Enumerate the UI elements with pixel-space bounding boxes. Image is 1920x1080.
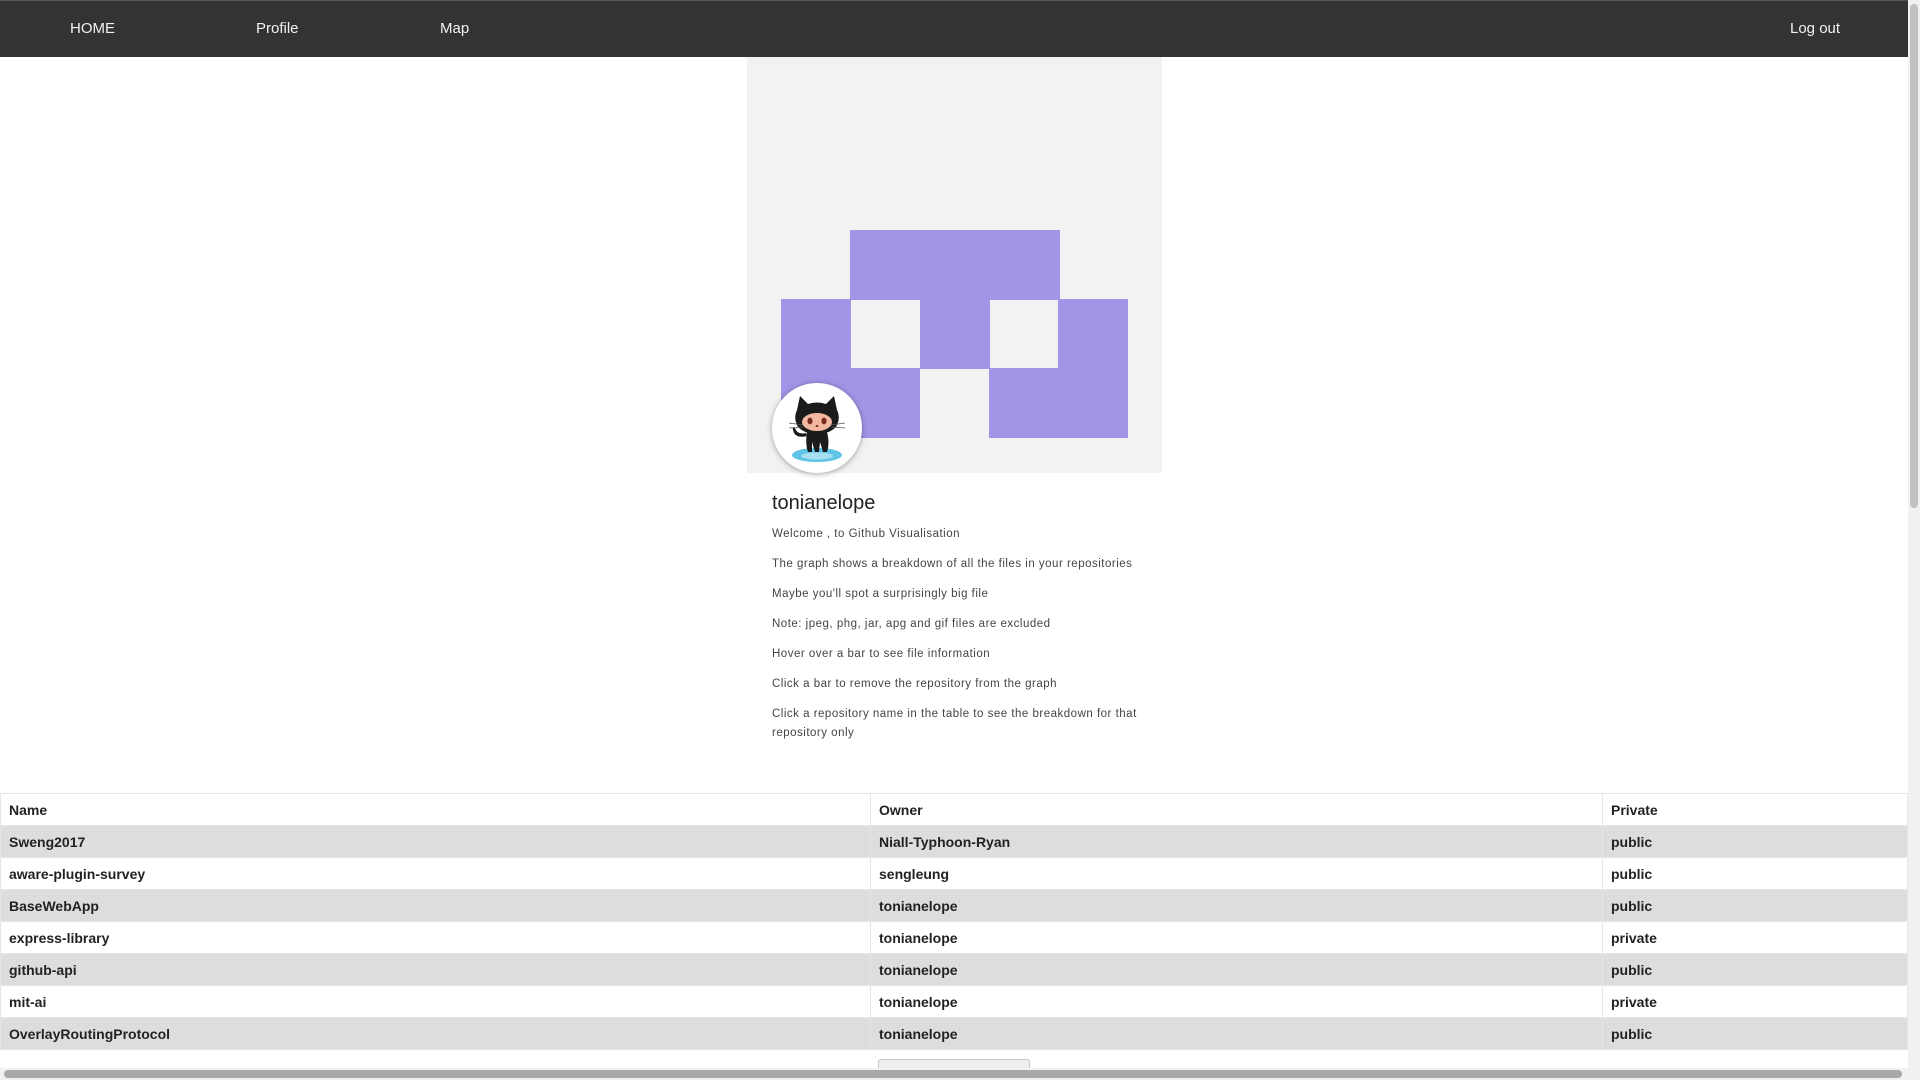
column-header-name: Name (0, 793, 871, 826)
repo-visibility-cell: public (1602, 1017, 1908, 1050)
repo-owner-cell: tonianelope (870, 889, 1603, 922)
horizontal-scrollbar[interactable] (0, 1068, 1908, 1080)
info-text: The graph shows a breakdown of all the f… (772, 558, 1133, 570)
nav-profile-link[interactable]: Profile (256, 20, 299, 37)
table-row: aware-plugin-survey sengleung public (0, 857, 1908, 890)
repo-name-cell[interactable]: OverlayRoutingProtocol (0, 1017, 871, 1050)
repo-owner-cell: tonianelope (870, 953, 1603, 986)
column-header-private: Private (1602, 793, 1908, 826)
table-row: mit-ai tonianelope private (0, 985, 1908, 1018)
repo-name-cell[interactable]: express-library (0, 921, 871, 954)
repo-owner-cell: tonianelope (870, 1017, 1603, 1050)
horizontal-scrollbar-thumb[interactable] (4, 1070, 1902, 1078)
repo-visibility-cell: public (1602, 857, 1908, 890)
info-text: Maybe you'll spot a surprisingly big fil… (772, 588, 989, 600)
repo-visibility-cell: private (1602, 985, 1908, 1018)
nav-home-link[interactable]: HOME (70, 20, 115, 37)
username: tonianelope (772, 492, 876, 514)
repo-owner-cell: tonianelope (870, 921, 1603, 954)
github-octocat-icon (775, 386, 859, 470)
repo-name-cell[interactable]: aware-plugin-survey (0, 857, 871, 890)
info-text: Click a bar to remove the repository fro… (772, 678, 1058, 690)
table-row: BaseWebApp tonianelope public (0, 889, 1908, 922)
profile-card: tonianelope Welcome , to Github Visualis… (747, 57, 1162, 773)
repo-visibility-cell: private (1602, 921, 1908, 954)
nav-map-link[interactable]: Map (440, 20, 469, 37)
table-row: express-library tonianelope private (0, 921, 1908, 954)
table-row: OverlayRoutingProtocol tonianelope publi… (0, 1017, 1908, 1050)
table-row: github-api tonianelope public (0, 953, 1908, 986)
welcome-text: Welcome , to Github Visualisation (772, 528, 961, 540)
column-header-owner: Owner (870, 793, 1603, 826)
table-row: Sweng2017 Niall-Typhoon-Ryan public (0, 825, 1908, 858)
logout-link[interactable]: Log out (1790, 20, 1840, 37)
profile-info: tonianelope Welcome , to Github Visualis… (772, 492, 1142, 754)
repo-visibility-cell: public (1602, 953, 1908, 986)
avatar (772, 383, 862, 473)
repo-owner-cell: Niall-Typhoon-Ryan (870, 825, 1603, 858)
top-nav: HOME Profile Map Log out (0, 0, 1908, 57)
info-text: Hover over a bar to see file information (772, 648, 991, 660)
info-text: Click a repository name in the table to … (772, 708, 1137, 739)
identicon-cell (850, 230, 1060, 300)
repo-name-cell[interactable]: Sweng2017 (0, 825, 871, 858)
table-header-row: Name Owner Private (0, 793, 1908, 826)
repository-table: Name Owner Private Sweng2017 Niall-Typho… (0, 793, 1908, 1050)
vertical-scrollbar-thumb[interactable] (1910, 4, 1918, 508)
repo-visibility-cell: public (1602, 825, 1908, 858)
repo-name-cell[interactable]: mit-ai (0, 985, 871, 1018)
repo-owner-cell: sengleung (870, 857, 1603, 890)
info-text: Note: jpeg, phg, jar, apg and gif files … (772, 618, 1051, 630)
vertical-scrollbar[interactable] (1908, 0, 1920, 1080)
repo-visibility-cell: public (1602, 889, 1908, 922)
repo-name-cell[interactable]: BaseWebApp (0, 889, 871, 922)
repo-owner-cell: tonianelope (870, 985, 1603, 1018)
repo-name-cell[interactable]: github-api (0, 953, 871, 986)
page: HOME Profile Map Log out tonianelope Wel… (0, 0, 1920, 1080)
